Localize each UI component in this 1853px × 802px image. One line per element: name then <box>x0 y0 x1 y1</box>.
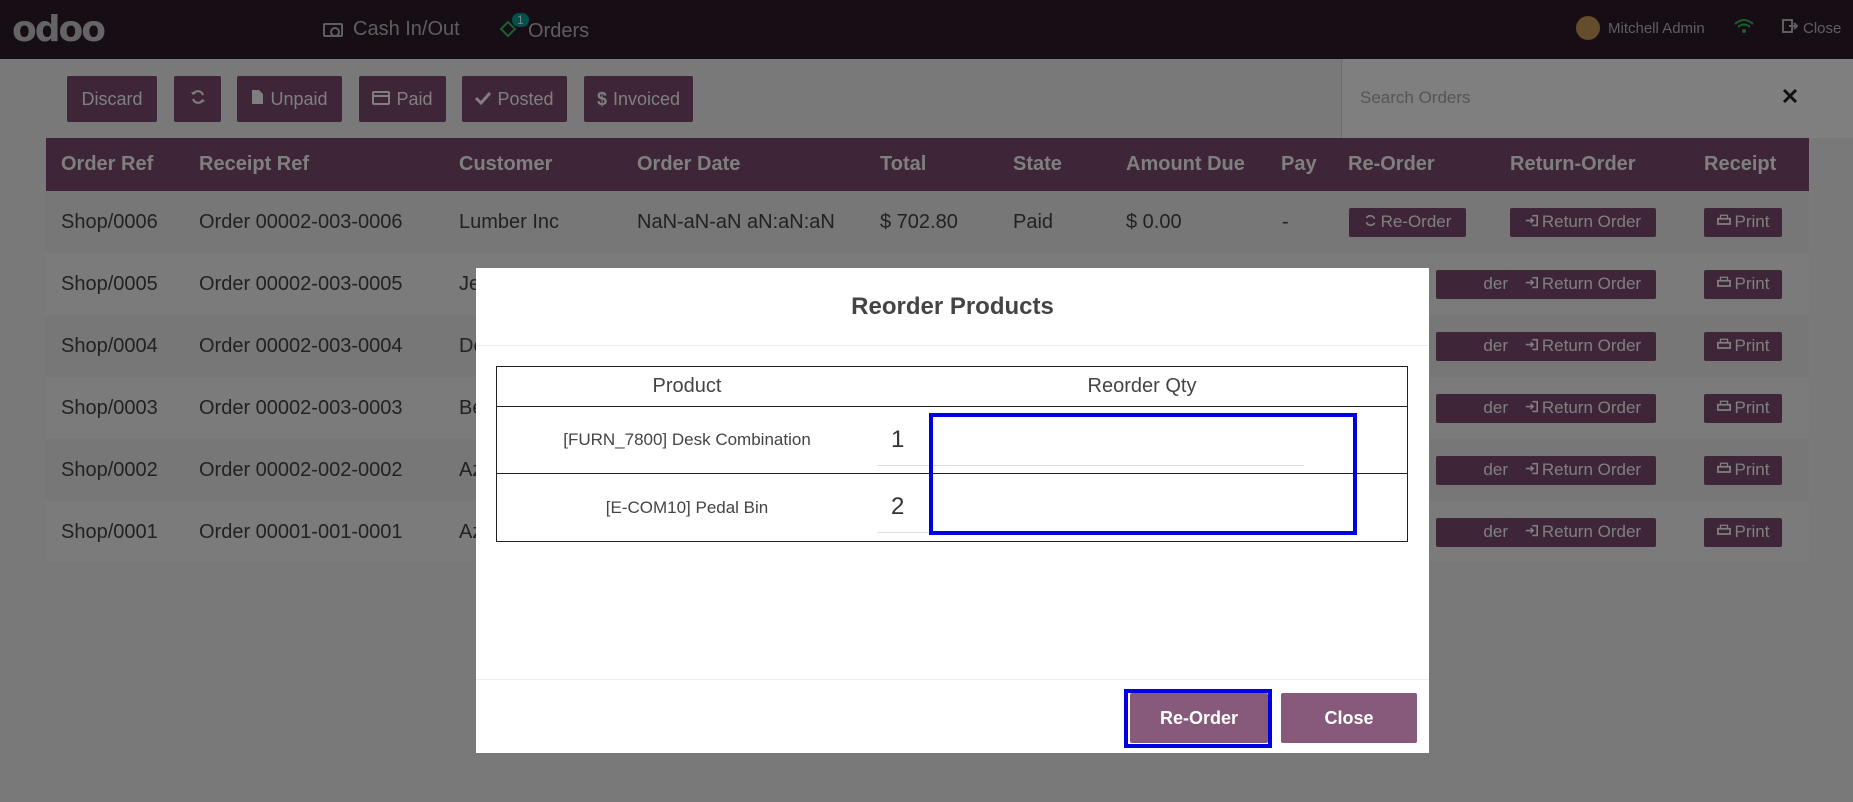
reorder-lines-table: Product Reorder Qty [FURN_7800] Desk Com… <box>496 366 1408 542</box>
reorder-products-dialog: Reorder Products Product Reorder Qty [FU… <box>476 268 1429 753</box>
reorder-line-row: [E-COM10] Pedal Bin <box>497 474 1407 541</box>
reorder-qty-input[interactable] <box>877 414 1304 466</box>
reorder-table-header: Product Reorder Qty <box>497 367 1407 407</box>
header-reorder-qty: Reorder Qty <box>1087 375 1197 397</box>
close-dialog-button[interactable]: Close <box>1281 693 1417 743</box>
product-cell: [FURN_7800] Desk Combination <box>563 430 811 449</box>
qty-cell <box>877 407 1407 473</box>
header-product: Product <box>652 375 722 397</box>
divider <box>476 679 1429 680</box>
dialog-title: Reorder Products <box>851 293 1054 320</box>
reorder-qty-input[interactable] <box>877 481 1304 533</box>
reorder-line-row: [FURN_7800] Desk Combination <box>497 407 1407 474</box>
qty-cell <box>877 474 1407 541</box>
product-cell: [E-COM10] Pedal Bin <box>605 497 769 517</box>
divider <box>476 345 1429 346</box>
reorder-confirm-button[interactable]: Re-Order <box>1130 693 1268 743</box>
